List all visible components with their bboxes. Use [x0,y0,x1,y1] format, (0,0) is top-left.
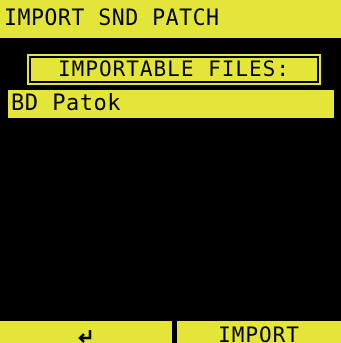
back-button[interactable] [0,321,172,343]
back-arrow-icon [78,330,92,343]
list-item[interactable]: BD Patok [8,90,334,118]
import-button[interactable]: IMPORT [177,321,341,343]
list-header: IMPORTABLE FILES: [27,54,321,85]
file-name: BD Patok [11,91,121,116]
device-screen: IMPORT SND PATCH IMPORTABLE FILES: BD Pa… [0,0,341,343]
list-header-label: IMPORTABLE FILES: [58,57,290,81]
import-button-label: IMPORT [218,322,300,343]
file-list: BD Patok [8,90,334,118]
title-bar: IMPORT SND PATCH [0,0,341,38]
page-title: IMPORT SND PATCH [4,6,220,31]
softkey-bar: IMPORT [0,321,341,343]
